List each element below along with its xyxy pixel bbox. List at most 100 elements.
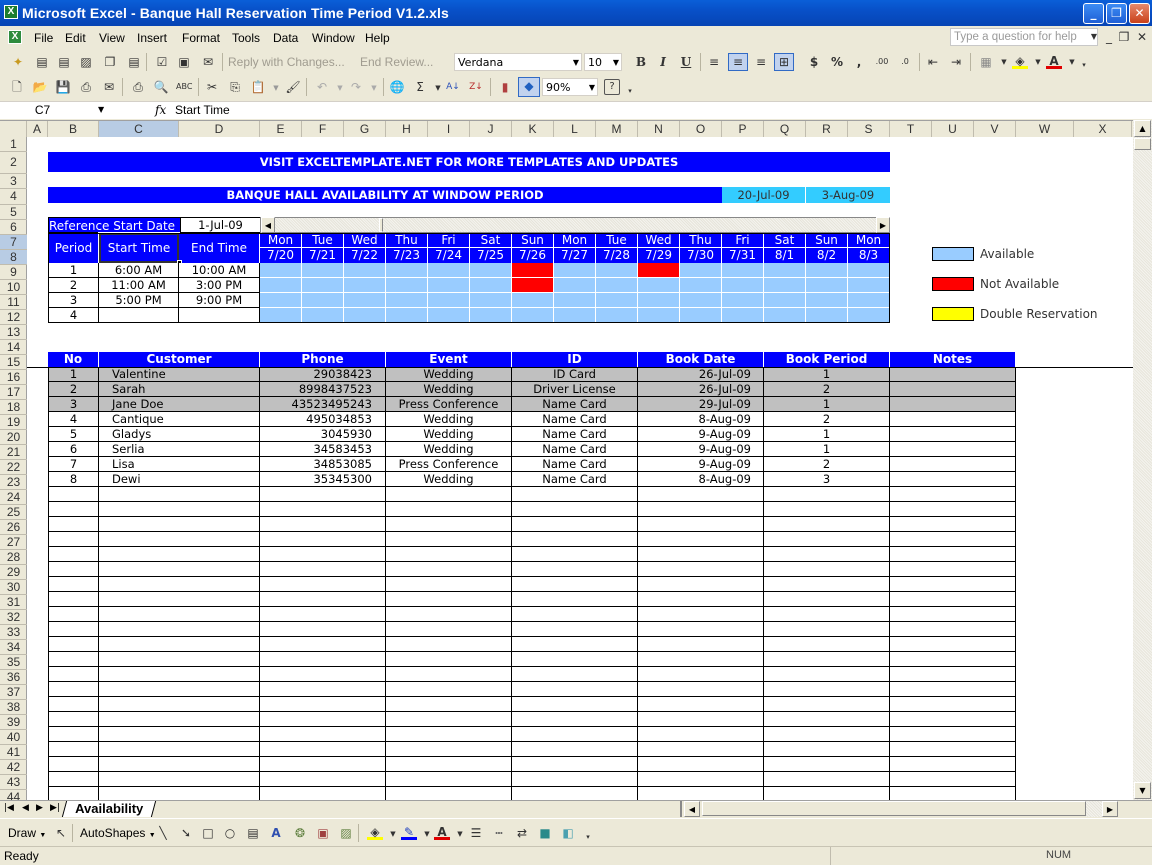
empty-booking-cell[interactable]: [260, 742, 386, 757]
booking-period[interactable]: 1: [764, 367, 890, 382]
slot-available[interactable]: [596, 293, 638, 308]
row-header-21[interactable]: 21: [0, 445, 27, 460]
empty-booking-cell[interactable]: [890, 667, 1016, 682]
empty-booking-cell[interactable]: [512, 697, 638, 712]
period-number[interactable]: 1: [48, 263, 99, 278]
empty-booking-cell[interactable]: [48, 502, 99, 517]
booking-no[interactable]: 8: [48, 472, 99, 487]
empty-booking-cell[interactable]: [638, 652, 764, 667]
empty-booking-cell[interactable]: [99, 502, 260, 517]
menu-help[interactable]: Help: [365, 31, 390, 45]
empty-booking-cell[interactable]: [890, 592, 1016, 607]
empty-booking-cell[interactable]: [890, 532, 1016, 547]
empty-booking-cell[interactable]: [386, 787, 512, 800]
select-all-corner[interactable]: [0, 121, 27, 138]
empty-booking-cell[interactable]: [48, 577, 99, 592]
empty-booking-cell[interactable]: [890, 547, 1016, 562]
booking-phone[interactable]: 495034853: [260, 412, 386, 427]
empty-booking-cell[interactable]: [99, 487, 260, 502]
align-right-icon[interactable]: ≡: [753, 54, 769, 70]
textbox-icon[interactable]: ▤: [245, 825, 261, 841]
row-header-22[interactable]: 22: [0, 460, 27, 475]
empty-booking-cell[interactable]: [764, 637, 890, 652]
empty-booking-cell[interactable]: [890, 742, 1016, 757]
period-start-time[interactable]: [99, 308, 179, 323]
empty-booking-cell[interactable]: [890, 637, 1016, 652]
column-header-w[interactable]: W: [1016, 121, 1074, 138]
empty-booking-cell[interactable]: [512, 607, 638, 622]
empty-booking-cell[interactable]: [890, 487, 1016, 502]
menu-insert[interactable]: Insert: [137, 31, 167, 45]
empty-booking-cell[interactable]: [99, 562, 260, 577]
vertical-scroll-thumb[interactable]: [1134, 138, 1151, 150]
slot-available[interactable]: [848, 308, 890, 323]
booking-id[interactable]: Name Card: [512, 472, 638, 487]
redo-icon[interactable]: ↷: [348, 79, 364, 95]
empty-booking-cell[interactable]: [512, 637, 638, 652]
chevron-down-icon[interactable]: ▼: [419, 826, 435, 842]
empty-booking-cell[interactable]: [260, 652, 386, 667]
empty-booking-cell[interactable]: [48, 697, 99, 712]
slot-available[interactable]: [260, 278, 302, 293]
window-end-date[interactable]: 3-Aug-09: [806, 187, 890, 203]
chart-wizard-icon[interactable]: ▮: [497, 79, 513, 95]
empty-booking-cell[interactable]: [48, 622, 99, 637]
booking-date[interactable]: 8-Aug-09: [638, 472, 764, 487]
slot-available[interactable]: [848, 278, 890, 293]
tab-split-handle[interactable]: [680, 801, 682, 817]
row-header-26[interactable]: 26: [0, 520, 27, 535]
empty-booking-cell[interactable]: [638, 787, 764, 800]
align-center-icon[interactable]: ≡: [728, 53, 748, 71]
empty-booking-cell[interactable]: [638, 562, 764, 577]
empty-booking-cell[interactable]: [386, 652, 512, 667]
empty-booking-cell[interactable]: [386, 487, 512, 502]
slot-available[interactable]: [638, 278, 680, 293]
row-header-18[interactable]: 18: [0, 400, 27, 415]
row-header-31[interactable]: 31: [0, 595, 27, 610]
3d-style-icon[interactable]: ◧: [560, 825, 576, 841]
empty-booking-cell[interactable]: [386, 742, 512, 757]
empty-booking-cell[interactable]: [638, 682, 764, 697]
empty-booking-cell[interactable]: [890, 787, 1016, 800]
column-header-g[interactable]: G: [344, 121, 386, 138]
empty-booking-cell[interactable]: [48, 562, 99, 577]
empty-booking-cell[interactable]: [764, 562, 890, 577]
period-number[interactable]: 3: [48, 293, 99, 308]
slot-available[interactable]: [470, 293, 512, 308]
empty-booking-cell[interactable]: [638, 712, 764, 727]
empty-booking-cell[interactable]: [512, 517, 638, 532]
empty-booking-cell[interactable]: [48, 682, 99, 697]
column-header-s[interactable]: S: [848, 121, 890, 138]
empty-booking-cell[interactable]: [260, 727, 386, 742]
period-number[interactable]: 4: [48, 308, 99, 323]
empty-booking-cell[interactable]: [890, 577, 1016, 592]
empty-booking-cell[interactable]: [764, 517, 890, 532]
empty-booking-cell[interactable]: [638, 637, 764, 652]
slot-available[interactable]: [638, 308, 680, 323]
empty-booking-cell[interactable]: [512, 622, 638, 637]
period-start-time[interactable]: 11:00 AM: [99, 278, 179, 293]
scroll-thumb[interactable]: [379, 218, 383, 232]
row-header-15[interactable]: 15: [0, 355, 27, 370]
autosum-icon[interactable]: Σ: [412, 79, 428, 95]
empty-booking-cell[interactable]: [99, 607, 260, 622]
row-header-42[interactable]: 42: [0, 760, 27, 775]
empty-booking-cell[interactable]: [638, 592, 764, 607]
empty-booking-cell[interactable]: [386, 577, 512, 592]
empty-booking-cell[interactable]: [260, 532, 386, 547]
row-header-23[interactable]: 23: [0, 475, 27, 490]
booking-no[interactable]: 4: [48, 412, 99, 427]
booking-id[interactable]: Name Card: [512, 427, 638, 442]
empty-booking-cell[interactable]: [512, 727, 638, 742]
empty-booking-cell[interactable]: [48, 712, 99, 727]
worksheet-grid[interactable]: VISIT EXCELTEMPLATE.NET FOR MORE TEMPLAT…: [27, 137, 1133, 800]
slot-available[interactable]: [848, 293, 890, 308]
period-number[interactable]: 2: [48, 278, 99, 293]
row-header-29[interactable]: 29: [0, 565, 27, 580]
period-end-time[interactable]: [179, 308, 260, 323]
empty-booking-cell[interactable]: [99, 622, 260, 637]
paste-icon[interactable]: 📋: [250, 79, 266, 95]
empty-booking-cell[interactable]: [99, 712, 260, 727]
empty-booking-cell[interactable]: [386, 622, 512, 637]
empty-booking-cell[interactable]: [48, 727, 99, 742]
